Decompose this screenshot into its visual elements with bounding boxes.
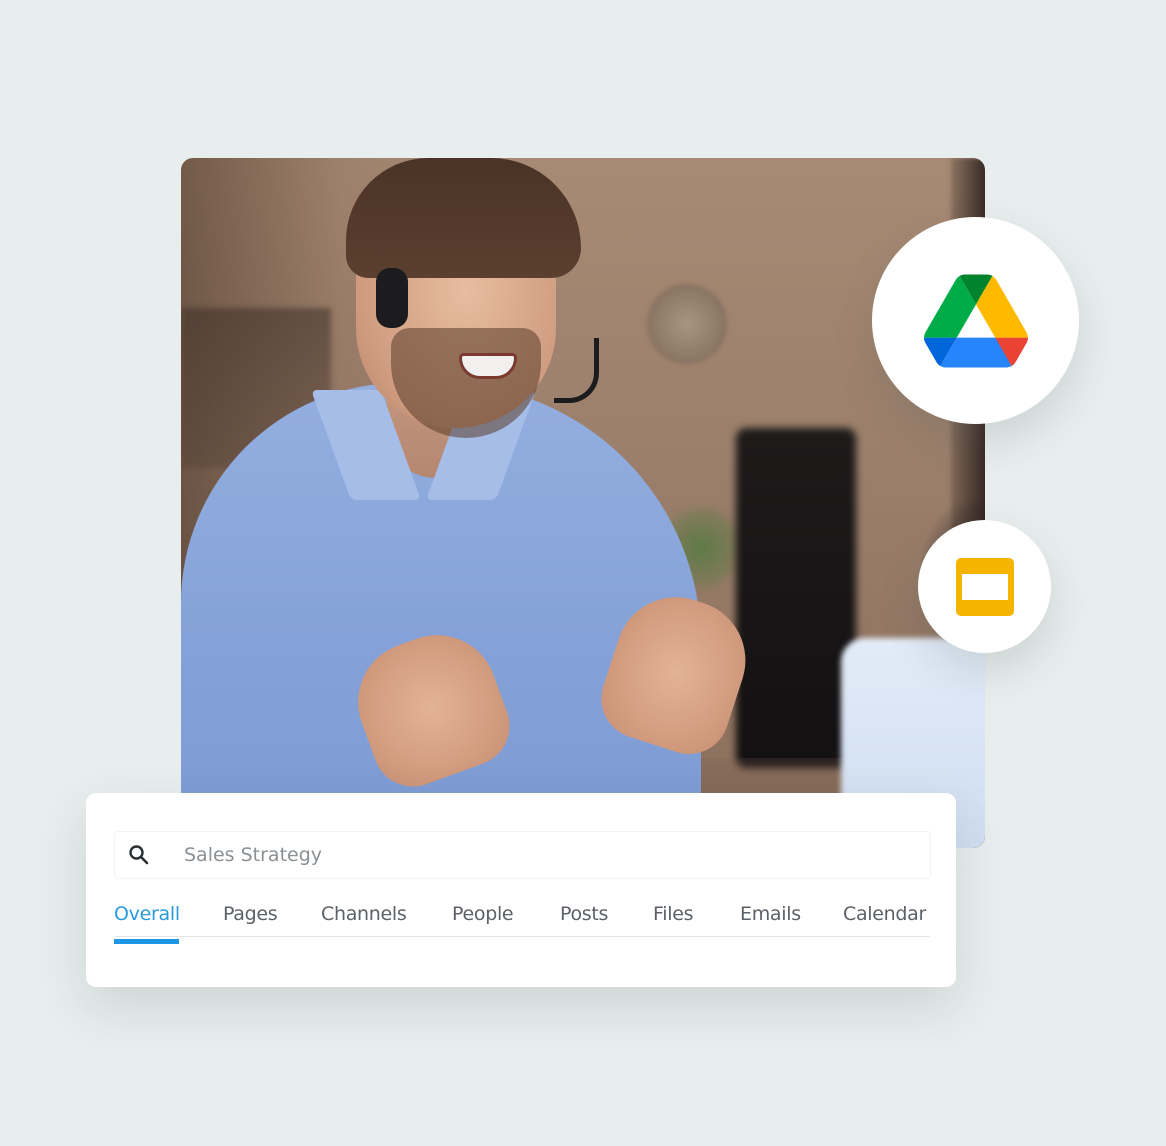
tab-people[interactable]: People bbox=[452, 903, 514, 925]
photo-headset bbox=[376, 268, 408, 328]
tab-emails[interactable]: Emails bbox=[740, 903, 801, 925]
tab-channels[interactable]: Channels bbox=[321, 903, 407, 925]
tab-pages[interactable]: Pages bbox=[223, 903, 278, 925]
photo-person-hair bbox=[346, 158, 581, 278]
google-drive-badge bbox=[872, 217, 1079, 424]
search-panel: Overall Pages Channels People Posts File… bbox=[86, 793, 956, 987]
search-box[interactable] bbox=[114, 831, 931, 879]
photo-background-cabinet bbox=[736, 428, 856, 768]
search-input[interactable] bbox=[184, 844, 884, 866]
tab-overall[interactable]: Overall bbox=[114, 903, 180, 925]
tab-files[interactable]: Files bbox=[653, 903, 694, 925]
search-result-tabs: Overall Pages Channels People Posts File… bbox=[114, 903, 930, 944]
tab-posts[interactable]: Posts bbox=[560, 903, 608, 925]
search-icon bbox=[129, 845, 149, 865]
hero-photo bbox=[181, 158, 985, 848]
google-slides-badge bbox=[918, 520, 1051, 653]
google-slides-icon bbox=[955, 557, 1014, 616]
photo-headset-mic bbox=[554, 338, 599, 403]
photo-background-clock bbox=[647, 284, 727, 364]
active-tab-indicator bbox=[114, 939, 179, 944]
google-drive-icon bbox=[923, 274, 1028, 367]
tab-calendar[interactable]: Calendar bbox=[843, 903, 926, 925]
